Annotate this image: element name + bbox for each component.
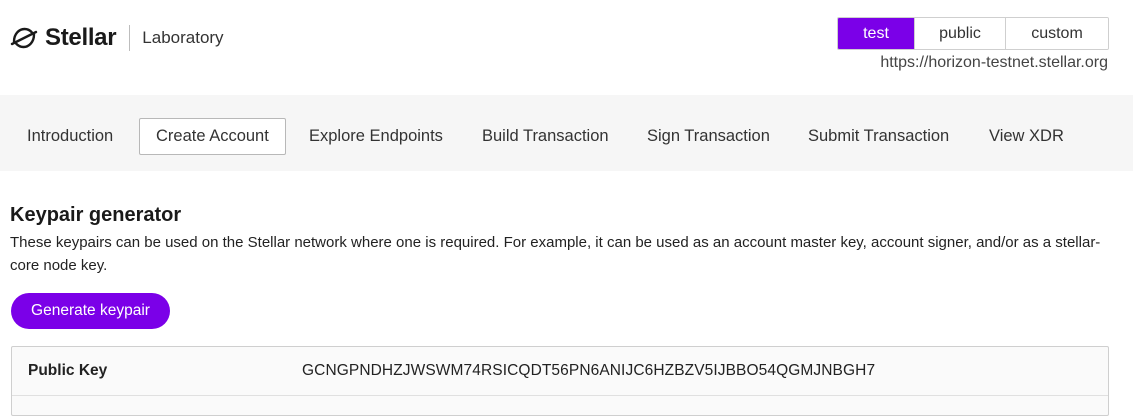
nav-create-account[interactable]: Create Account — [139, 118, 286, 155]
section-description: These keypairs can be used on the Stella… — [10, 234, 1101, 274]
generate-keypair-button[interactable]: Generate keypair — [11, 293, 170, 329]
network-custom-button[interactable]: custom — [1006, 18, 1108, 49]
main-nav: Introduction Create Account Explore Endp… — [0, 95, 1133, 171]
public-key-label: Public Key — [28, 362, 108, 379]
nav-introduction[interactable]: Introduction — [27, 118, 113, 155]
network-switch: test public custom — [837, 17, 1109, 50]
network-public-button[interactable]: public — [915, 18, 1006, 49]
horizon-url: https://horizon-testnet.stellar.org — [880, 54, 1108, 71]
brand-divider — [129, 25, 131, 51]
brand[interactable]: Stellar Laboratory — [10, 22, 224, 54]
network-test-button[interactable]: test — [838, 18, 915, 49]
nav-sign-transaction[interactable]: Sign Transaction — [647, 118, 770, 155]
brand-name: Stellar — [45, 24, 117, 51]
app-header: Stellar Laboratory test public custom ht… — [0, 0, 1133, 95]
brand-subtitle: Laboratory — [142, 28, 224, 47]
stellar-logo-icon — [10, 24, 38, 52]
nav-submit-transaction[interactable]: Submit Transaction — [808, 118, 949, 155]
nav-view-xdr[interactable]: View XDR — [989, 118, 1064, 155]
keypair-result: Public Key GCNGPNDHZJWSWM74RSICQDT56PN6A… — [11, 346, 1109, 416]
nav-explore-endpoints[interactable]: Explore Endpoints — [309, 118, 443, 155]
public-key-row: Public Key GCNGPNDHZJWSWM74RSICQDT56PN6A… — [12, 347, 1108, 396]
public-key-value[interactable]: GCNGPNDHZJWSWM74RSICQDT56PN6ANIJC6HZBZV5… — [302, 362, 875, 380]
section-title: Keypair generator — [10, 204, 182, 226]
nav-build-transaction[interactable]: Build Transaction — [482, 118, 609, 155]
